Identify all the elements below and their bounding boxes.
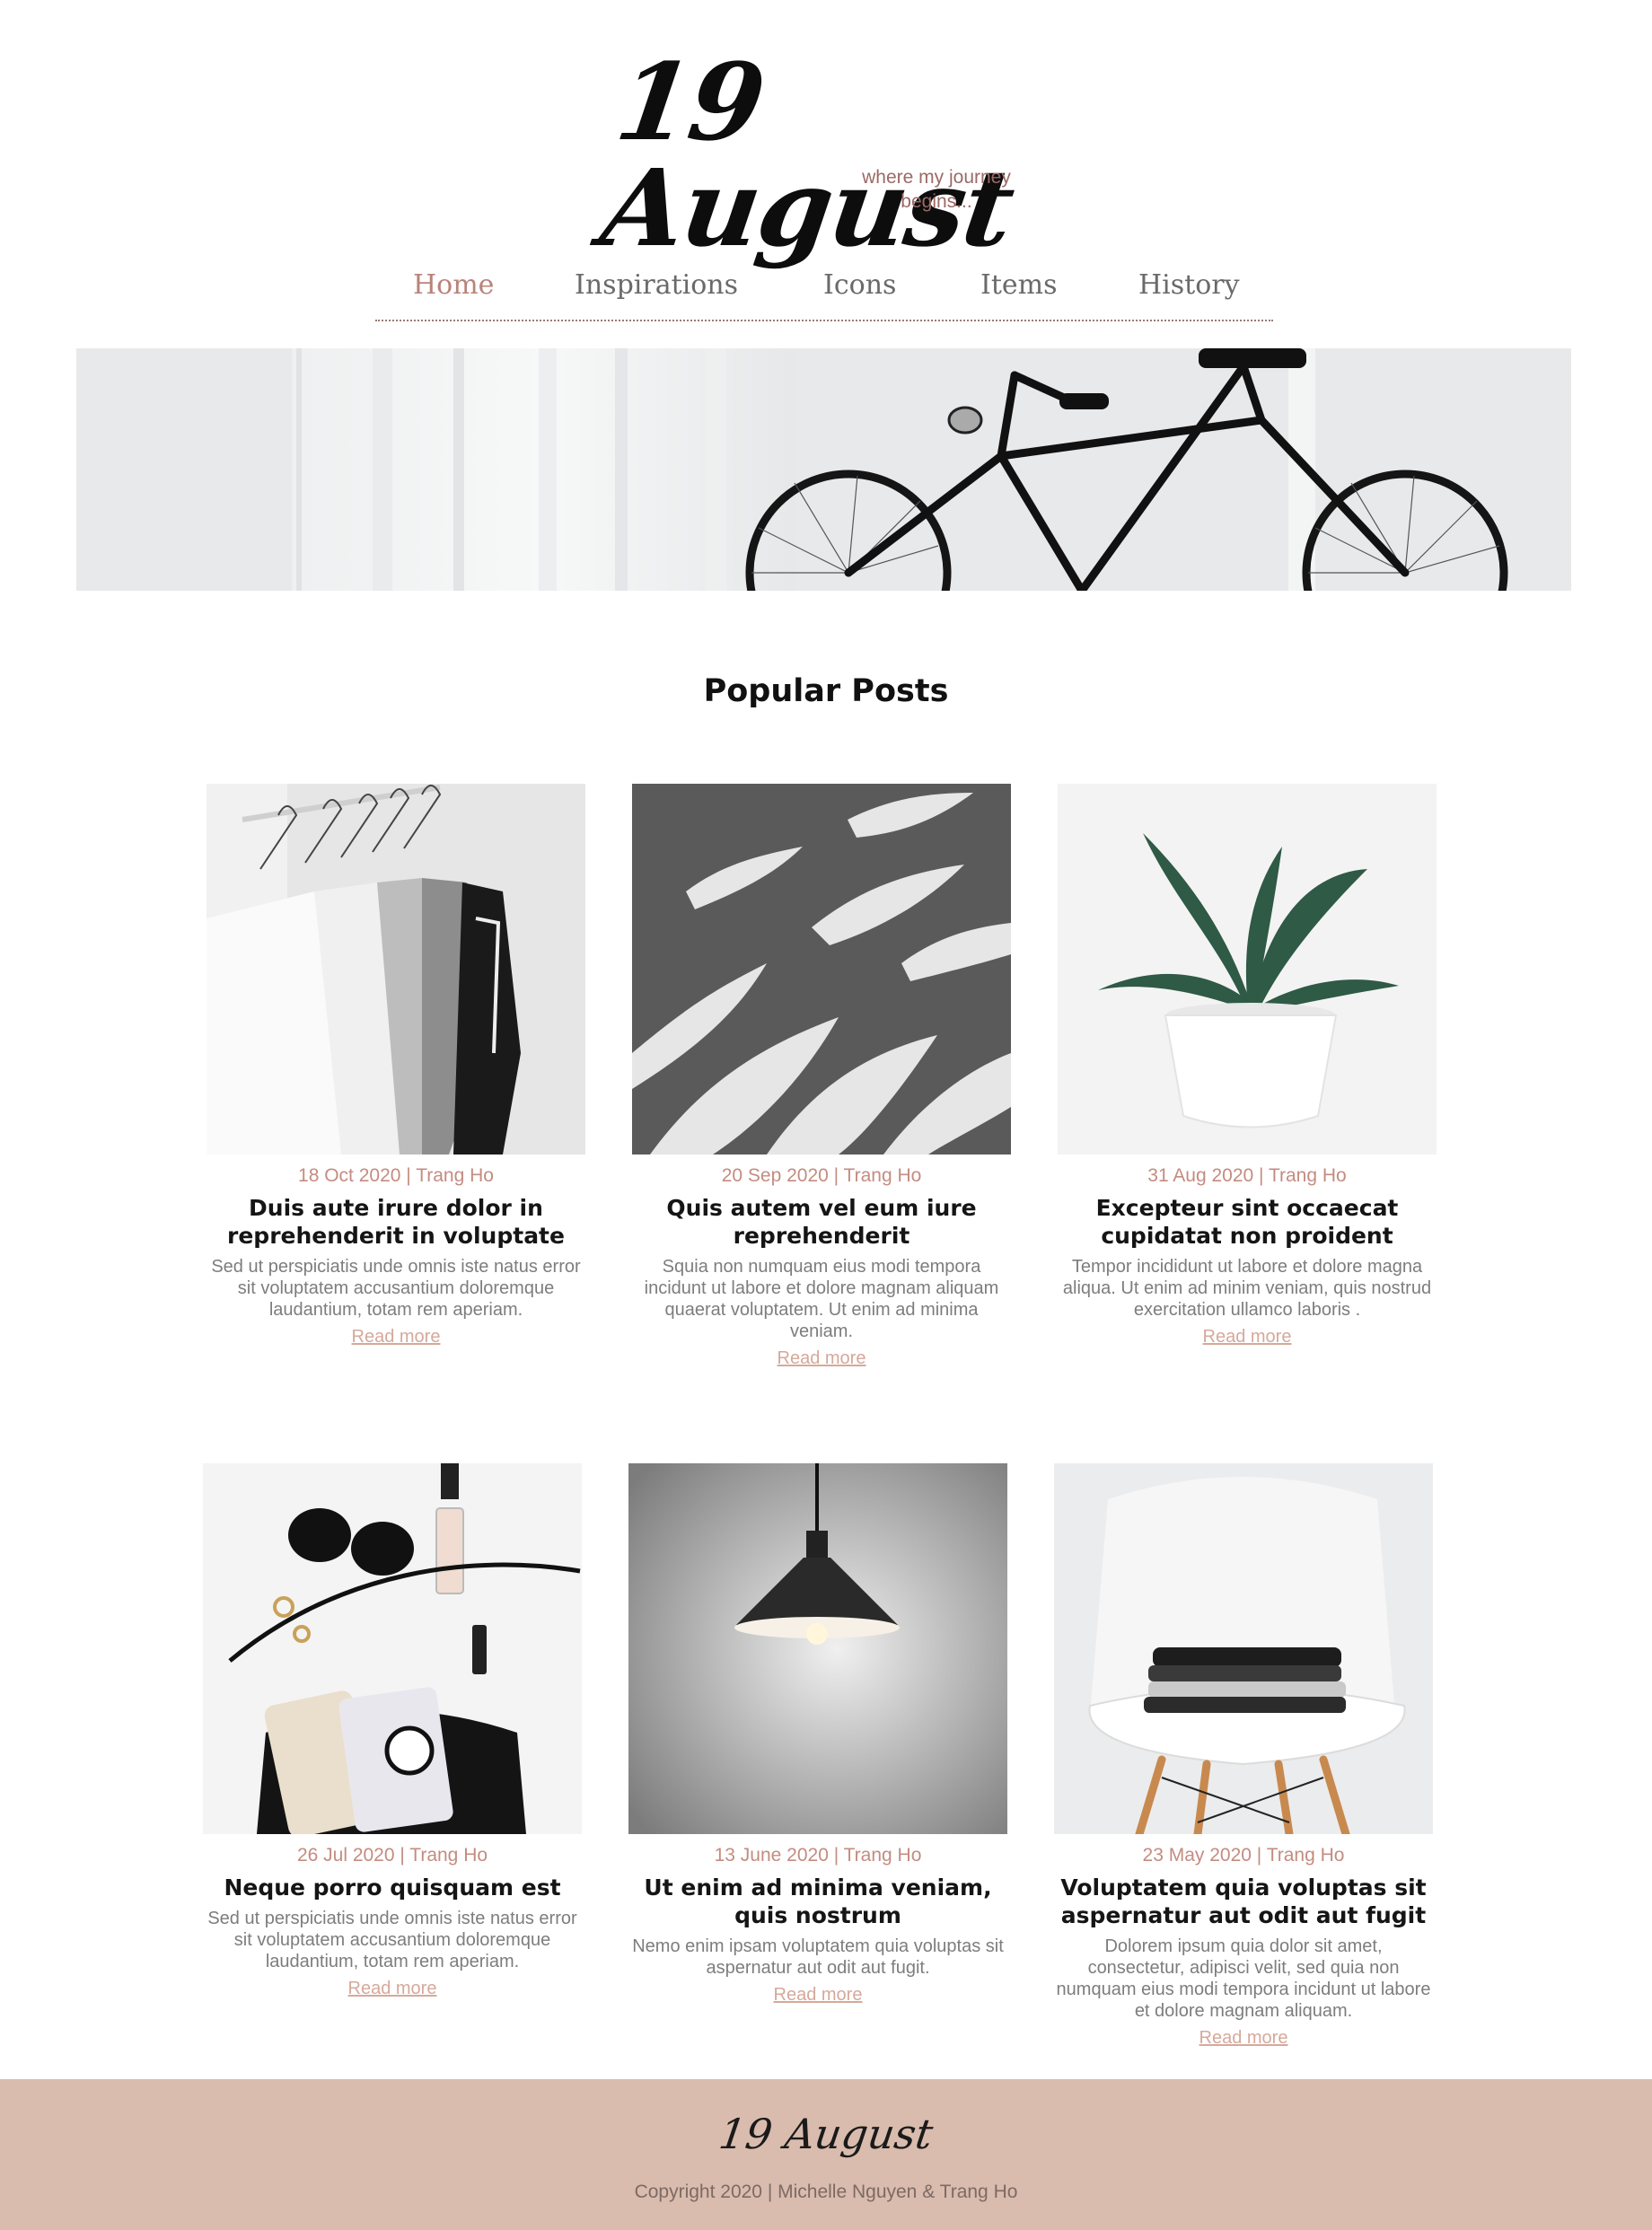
post-meta: 23 May 2020 | Trang Ho [1142,1845,1345,1866]
hero-banner-image [76,348,1571,591]
post-thumbnail-potted-plant[interactable] [1058,784,1437,1155]
post-title[interactable]: Voluptatem quia voluptas sit aspernatur … [1054,1874,1433,1929]
post-card: 18 Oct 2020 | Trang Ho Duis aute irure d… [206,784,585,1348]
post-meta: 26 Jul 2020 | Trang Ho [296,1845,488,1866]
post-title[interactable]: Duis aute irure dolor in reprehenderit i… [206,1194,585,1250]
site-footer: 19 August Copyright 2020 | Michelle Nguy… [0,2079,1652,2230]
nav-item-inspirations[interactable]: Inspirations [575,269,738,301]
post-excerpt: Sed ut perspiciatis unde omnis iste natu… [207,1909,577,1971]
read-more-link[interactable]: Read more [1054,2028,1433,2049]
post-card: 31 Aug 2020 | Trang Ho Excepteur sint oc… [1058,784,1437,1348]
site-tagline: where my journey begins... [862,167,1011,212]
read-more-link[interactable]: Read more [628,1985,1007,2006]
post-excerpt: Sed ut perspiciatis unde omnis iste natu… [211,1257,581,1320]
post-card: 20 Sep 2020 | Trang Ho Quis autem vel eu… [632,784,1011,1369]
read-more-link[interactable]: Read more [203,1979,582,1999]
section-title-popular-posts: Popular Posts [703,673,949,709]
site-header: 19 August where my journey begins... [0,0,1652,270]
site-logo[interactable]: 19 August [594,40,1056,270]
post-excerpt: Nemo enim ipsam voluptatem quia voluptas… [632,1936,1004,1978]
post-thumbnail-bag-flatlay[interactable] [203,1463,582,1834]
main-nav: Home Inspirations Icons Items History [375,262,1273,321]
post-thumbnail-chair-clothes[interactable] [1054,1463,1433,1834]
post-thumbnail-leaf-shadows[interactable] [632,784,1011,1155]
nav-item-history[interactable]: History [1138,269,1240,301]
read-more-link[interactable]: Read more [206,1327,585,1348]
post-meta: 31 Aug 2020 | Trang Ho [1147,1165,1347,1186]
post-card: 26 Jul 2020 | Trang Ho Neque porro quisq… [203,1463,582,1999]
post-title[interactable]: Neque porro quisquam est [203,1874,582,1901]
post-card: 23 May 2020 | Trang Ho Voluptatem quia v… [1054,1463,1433,2049]
post-card: 13 June 2020 | Trang Ho Ut enim ad minim… [628,1463,1007,2006]
post-title[interactable]: Ut enim ad minima veniam, quis nostrum [628,1874,1007,1929]
post-meta: 13 June 2020 | Trang Ho [714,1845,922,1866]
read-more-link[interactable]: Read more [632,1348,1011,1369]
post-excerpt: Tempor incididunt ut labore et dolore ma… [1062,1257,1432,1320]
post-title[interactable]: Excepteur sint occaecat cupidatat non pr… [1058,1194,1437,1250]
nav-item-icons[interactable]: Icons [823,269,896,301]
post-excerpt: Dolorem ipsum quia dolor sit amet, conse… [1056,1936,1431,2021]
post-meta: 18 Oct 2020 | Trang Ho [298,1165,494,1186]
nav-item-home[interactable]: Home [413,269,494,301]
post-thumbnail-pendant-lamp[interactable] [628,1463,1007,1834]
read-more-link[interactable]: Read more [1058,1327,1437,1348]
footer-logo[interactable]: 19 August [0,2110,1652,2158]
post-thumbnail-clothes-rack[interactable] [206,784,585,1155]
footer-copyright: Copyright 2020 | Michelle Nguyen & Trang… [634,2182,1018,2202]
post-meta: 20 Sep 2020 | Trang Ho [721,1165,922,1186]
post-title[interactable]: Quis autem vel eum iure reprehenderit [632,1194,1011,1250]
nav-item-items[interactable]: Items [980,269,1058,301]
post-excerpt: Squia non numquam eius modi tempora inci… [644,1257,999,1341]
